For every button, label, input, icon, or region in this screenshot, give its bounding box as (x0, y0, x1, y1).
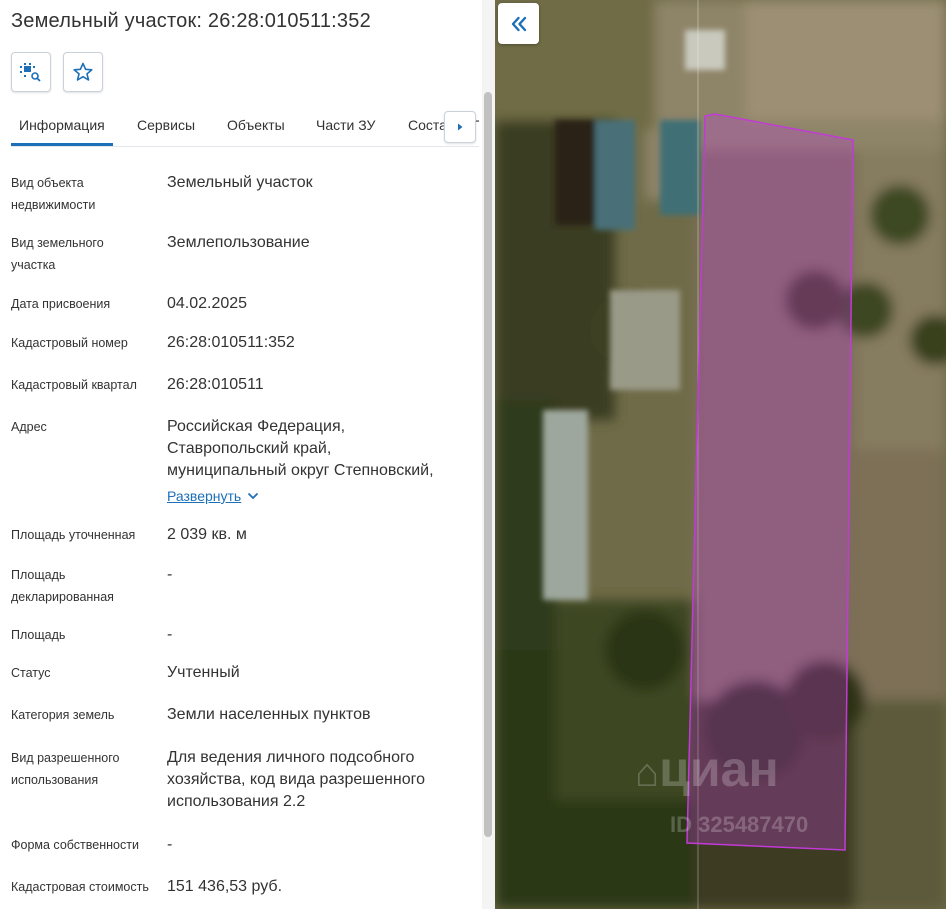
page-title: Земельный участок: 26:28:010511:352 (11, 10, 371, 32)
field-value: Учтенный (167, 664, 240, 681)
expand-label: Развернуть (167, 488, 242, 504)
watermark-id: ID 325487470 (670, 812, 809, 837)
field-label: Дата присвоения (11, 297, 111, 311)
caret-right-icon (458, 123, 463, 131)
tabs-scroll-right-button[interactable] (444, 111, 476, 143)
address-line-2: Ставропольский край, (167, 440, 332, 457)
address-line-3: муниципальный округ Степновский, (167, 462, 434, 479)
tab-objects[interactable]: Объекты (227, 117, 285, 133)
double-chevron-left-icon (511, 16, 526, 31)
active-tab-indicator (11, 143, 113, 146)
field-label: Вид объекта недвижимости (11, 176, 96, 212)
locate-on-map-button[interactable] (11, 52, 51, 92)
map-search-icon (20, 63, 41, 82)
tab-composition[interactable]: Соста (408, 117, 447, 133)
field-value: 151 436,53 руб. (167, 878, 283, 895)
field-value: - (167, 566, 173, 583)
satellite-map[interactable]: ⌂циан ID 325487470 (495, 0, 946, 909)
field-address: Адрес Российская Федерация, Ставропольск… (11, 416, 471, 508)
field-value: - (167, 836, 173, 853)
star-icon (73, 62, 93, 81)
field-label: Адрес (11, 420, 47, 434)
field-label: Категория земель (11, 708, 115, 722)
field-value: 26:28:010511:352 (167, 334, 295, 351)
tab-parcel-parts[interactable]: Части ЗУ (316, 117, 375, 133)
address-line-1: Российская Федерация, (167, 418, 346, 435)
field-value: 2 039 кв. м (167, 526, 247, 543)
field-label: Статус (11, 666, 51, 680)
field-value: Земельный участок (167, 174, 313, 191)
field-value: 26:28:010511 (167, 376, 264, 393)
field-value: - (167, 626, 173, 643)
panel-scrollbar-thumb[interactable] (484, 92, 492, 837)
tab-services[interactable]: Сервисы (137, 117, 195, 133)
field-label: Площадь декларированная (11, 568, 114, 604)
watermark-brand: циан (659, 741, 779, 797)
field-label: Форма собственности (11, 838, 139, 852)
field-value: Земли населенных пунктов (167, 706, 371, 723)
add-favorite-button[interactable] (63, 52, 103, 92)
field-label: Вид разрешенного использования (11, 751, 120, 787)
field-label: Кадастровая стоимость (11, 880, 149, 894)
field-value: Для ведения личного подсобного хозяйства… (167, 749, 425, 810)
watermark-logo: ⌂циан (635, 740, 779, 798)
field-label: Кадастровый номер (11, 336, 128, 350)
tab-bar: Информация Сервисы Объекты Части ЗУ Сост… (11, 105, 479, 147)
collapse-panel-button[interactable] (498, 3, 539, 44)
tab-information[interactable]: Информация (19, 117, 105, 133)
chevron-down-icon (248, 492, 259, 500)
watermark-pin-icon: ⌂ (635, 751, 660, 795)
expand-address-link[interactable]: Развернуть (167, 488, 259, 504)
field-label: Вид земельного участка (11, 236, 104, 272)
field-value: Землепользование (167, 234, 310, 251)
field-value: 04.02.2025 (167, 295, 248, 312)
field-label: Площадь уточненная (11, 528, 136, 542)
field-label: Площадь (11, 628, 66, 642)
info-panel: Земельный участок: 26:28:010511:352 Инфо… (0, 0, 495, 909)
field-label: Кадастровый квартал (11, 378, 137, 392)
